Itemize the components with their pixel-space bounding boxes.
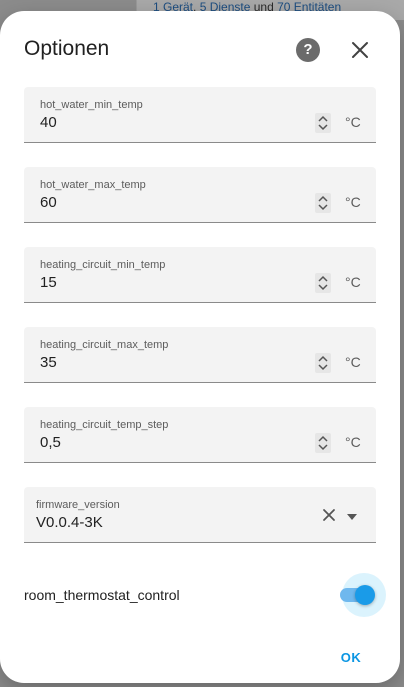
options-dialog: Optionen ? hot_water_min_temp 40 °C hot_… bbox=[0, 11, 400, 683]
field-label: hot_water_min_temp bbox=[40, 99, 143, 111]
hot-water-min-temp-field[interactable]: hot_water_min_temp 40 °C bbox=[24, 87, 376, 143]
field-value[interactable]: 60 bbox=[40, 194, 57, 211]
field-label: heating_circuit_max_temp bbox=[40, 339, 169, 351]
field-value[interactable]: 0,5 bbox=[40, 434, 61, 451]
number-spinner-icon[interactable] bbox=[315, 113, 331, 133]
unit-label: °C bbox=[345, 434, 361, 450]
clear-icon[interactable] bbox=[321, 507, 337, 523]
room-thermostat-control-row: room_thermostat_control bbox=[24, 573, 386, 617]
number-spinner-icon[interactable] bbox=[315, 353, 331, 373]
chevron-down-icon[interactable] bbox=[345, 509, 359, 520]
unit-label: °C bbox=[345, 274, 361, 290]
firmware-version-select[interactable]: firmware_version V0.0.4-3K bbox=[24, 487, 376, 543]
number-spinner-icon[interactable] bbox=[315, 433, 331, 453]
hot-water-max-temp-field[interactable]: hot_water_max_temp 60 °C bbox=[24, 167, 376, 223]
field-label: heating_circuit_temp_step bbox=[40, 419, 169, 431]
number-spinner-icon[interactable] bbox=[315, 193, 331, 213]
field-label: firmware_version bbox=[36, 499, 120, 511]
field-value[interactable]: 15 bbox=[40, 274, 57, 291]
ok-button[interactable]: OK bbox=[330, 647, 372, 669]
field-value[interactable]: 35 bbox=[40, 354, 57, 371]
field-label: heating_circuit_min_temp bbox=[40, 259, 166, 271]
heating-circuit-temp-step-field[interactable]: heating_circuit_temp_step 0,5 °C bbox=[24, 407, 376, 463]
heating-circuit-min-temp-field[interactable]: heating_circuit_min_temp 15 °C bbox=[24, 247, 376, 303]
number-spinner-icon[interactable] bbox=[315, 273, 331, 293]
select-value[interactable]: V0.0.4-3K bbox=[36, 514, 103, 531]
close-icon[interactable] bbox=[348, 38, 372, 62]
help-icon[interactable]: ? bbox=[296, 38, 320, 62]
heating-circuit-max-temp-field[interactable]: heating_circuit_max_temp 35 °C bbox=[24, 327, 376, 383]
toggle-thumb[interactable] bbox=[355, 585, 375, 605]
toggle-label: room_thermostat_control bbox=[24, 587, 180, 603]
dialog-title: Optionen bbox=[24, 37, 110, 60]
unit-label: °C bbox=[345, 194, 361, 210]
field-label: hot_water_max_temp bbox=[40, 179, 146, 191]
unit-label: °C bbox=[345, 114, 361, 130]
unit-label: °C bbox=[345, 354, 361, 370]
field-value[interactable]: 40 bbox=[40, 114, 57, 131]
